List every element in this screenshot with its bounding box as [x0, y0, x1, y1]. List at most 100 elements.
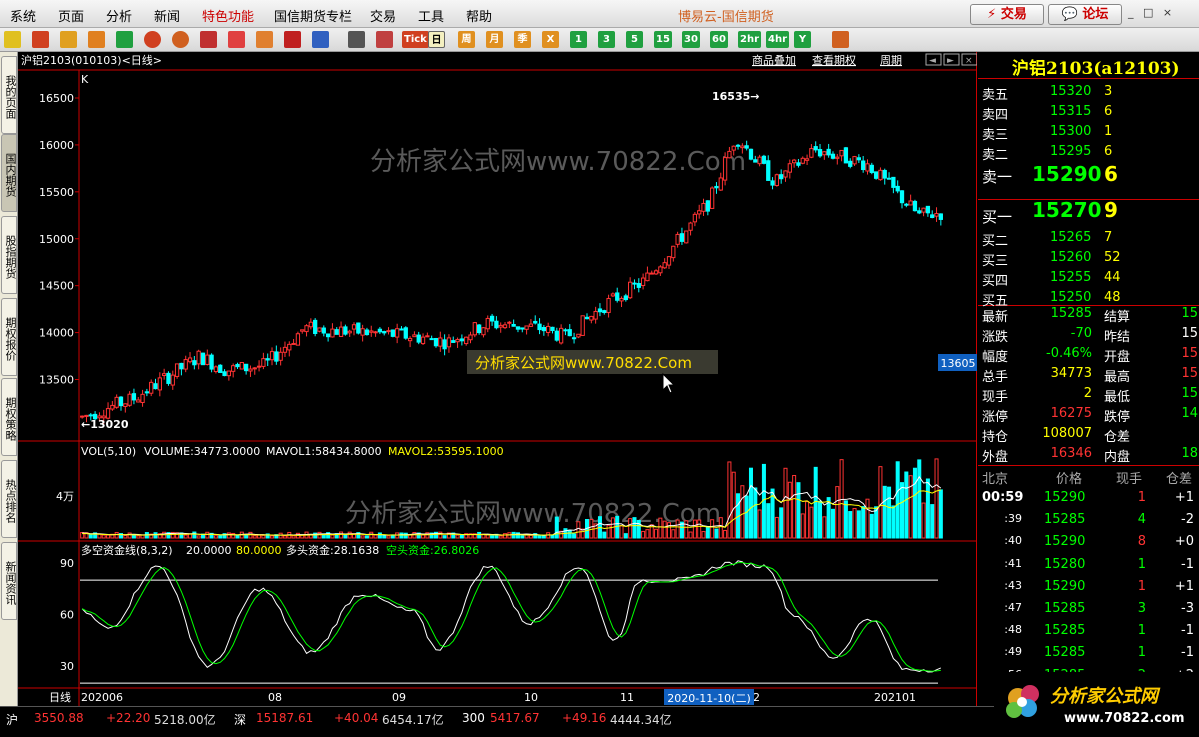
candle-body [571, 337, 577, 340]
ask-volume: 6 [1104, 162, 1118, 186]
toolbar-period-button[interactable]: Y [794, 31, 811, 48]
toolbar-period-button[interactable]: 季 [514, 31, 531, 48]
chart-canvas[interactable]: 沪铝2103(010103)<日线> 商品叠加 查看期权 周期 ◄ ► × K 16500 160… [18, 52, 978, 706]
chart-area[interactable]: 沪铝2103(010103)<日线> 商品叠加 查看期权 周期 ◄ ► × K 16500 160… [18, 52, 978, 706]
toolbar-period-button[interactable]: 月 [486, 31, 503, 48]
tick-time: :39 [1004, 512, 1022, 526]
volume-bar [692, 519, 697, 539]
zoom-in-icon[interactable] [144, 31, 161, 48]
toolbar-period-button[interactable]: 1 [570, 31, 587, 48]
candle-body [231, 365, 236, 372]
refresh-icon[interactable] [116, 31, 133, 48]
toolbar-period-button[interactable]: 60 [710, 31, 728, 48]
toolbar-period-button[interactable]: 周 [458, 31, 475, 48]
tick-price: 15290 [1044, 490, 1086, 505]
candle-body [744, 145, 749, 149]
time-axis-label: 202006 [81, 691, 123, 704]
left-tab-6[interactable]: 新闻资讯 [1, 542, 17, 620]
settings-icon[interactable] [832, 31, 849, 48]
volume-bar [779, 507, 784, 539]
calendar-icon[interactable] [88, 31, 105, 48]
volume-bar [339, 531, 344, 539]
vol-mavol1: MAVOL1:58434.8000 [266, 445, 382, 458]
candle-body [395, 328, 400, 338]
candle-body [356, 322, 361, 334]
database-icon[interactable] [60, 31, 77, 48]
menu-item-8[interactable]: 帮助 [466, 6, 492, 25]
toolbar-period-button[interactable]: 5 [626, 31, 643, 48]
volume-bar [515, 532, 520, 539]
zoom-out-icon[interactable] [172, 31, 189, 48]
left-tab-0[interactable]: 我的页面 [1, 56, 17, 134]
candle-body [187, 357, 193, 363]
pen-icon[interactable] [228, 31, 245, 48]
tick-oi-change: +1 [1174, 578, 1194, 594]
left-tab-2[interactable]: 股指期货 [1, 216, 17, 294]
toolbar-period-button[interactable]: X [542, 31, 559, 48]
chart-link-0[interactable]: 商品叠加 [752, 53, 796, 67]
menu-item-5[interactable]: 国信期货专栏 [274, 6, 352, 25]
toolbar-period-button[interactable]: 3 [598, 31, 615, 48]
volume-bar [848, 511, 853, 539]
ask-price: 15300 [1050, 124, 1092, 139]
trade-button[interactable]: ⚡ 交易 [970, 4, 1044, 25]
candle-body [239, 362, 244, 370]
toolbar-period-button[interactable]: 日 [428, 31, 445, 48]
stat-label: 最低 [1104, 390, 1131, 405]
left-tab-4[interactable]: 期权策略 [1, 378, 17, 456]
candle-body [766, 160, 771, 181]
volume-bar [882, 485, 887, 539]
volume-bar [226, 532, 231, 539]
toolbar-period-button[interactable]: 15 [654, 31, 672, 48]
volume-bar [101, 534, 106, 539]
menu-item-4[interactable]: 特色功能 [202, 6, 254, 25]
candle-body [697, 210, 702, 215]
home-icon[interactable] [32, 31, 49, 48]
status-item-1: 3550.88 [34, 711, 84, 725]
ind-param2: 80.0000 [236, 544, 282, 557]
candle-body [295, 333, 301, 346]
menu-item-0[interactable]: 系统 [10, 6, 36, 25]
paint-icon[interactable] [256, 31, 273, 48]
candle-body [533, 320, 538, 324]
candle-body [899, 190, 905, 204]
candle-body [118, 396, 124, 407]
window-controls[interactable]: _ □ × [1128, 6, 1175, 19]
candle-body [110, 404, 115, 410]
candle-body [904, 203, 909, 206]
volume-bar [235, 534, 240, 539]
left-tab-5[interactable]: 热点排名 [1, 460, 17, 538]
window-icon[interactable] [200, 31, 217, 48]
toolbar-period-button[interactable]: 4hr [766, 31, 790, 48]
tick-oi-change: -1 [1181, 623, 1194, 639]
menu-item-1[interactable]: 页面 [58, 6, 84, 25]
menu-item-3[interactable]: 新闻 [154, 6, 180, 25]
toolbar-period-button[interactable]: 30 [682, 31, 700, 48]
tick-price: 15280 [1044, 556, 1086, 572]
candle-body [606, 298, 611, 313]
chart-link-1[interactable]: 查看期权 [812, 53, 856, 67]
menu-item-6[interactable]: 交易 [370, 6, 396, 25]
table-icon[interactable] [348, 31, 365, 48]
news-icon[interactable] [312, 31, 329, 48]
menu-item-2[interactable]: 分析 [106, 6, 132, 25]
volume-bar [244, 534, 249, 539]
left-tab-1[interactable]: 国内期货 [1, 134, 17, 212]
bid-label: 买二 [982, 234, 1009, 249]
filter-icon[interactable] [284, 31, 301, 48]
volume-bar [252, 535, 257, 539]
toolbar-period-button[interactable]: 2hr [738, 31, 762, 48]
candle-body [235, 363, 240, 368]
volume-bar [528, 534, 533, 539]
candle-body [757, 156, 762, 165]
stat-label: 幅度 [982, 350, 1009, 365]
forum-button[interactable]: 💬 论坛 [1048, 4, 1122, 25]
stat-value: -0.46% [1046, 346, 1092, 361]
left-tab-3[interactable]: 期权报价 [1, 298, 17, 376]
volume-bar [364, 535, 369, 539]
toolbar-period-button[interactable]: Tick [402, 31, 429, 48]
chart-link-2[interactable]: 周期 [880, 54, 902, 67]
back-icon[interactable] [4, 31, 21, 48]
line-chart-icon[interactable] [376, 31, 393, 48]
menu-item-7[interactable]: 工具 [418, 6, 444, 25]
